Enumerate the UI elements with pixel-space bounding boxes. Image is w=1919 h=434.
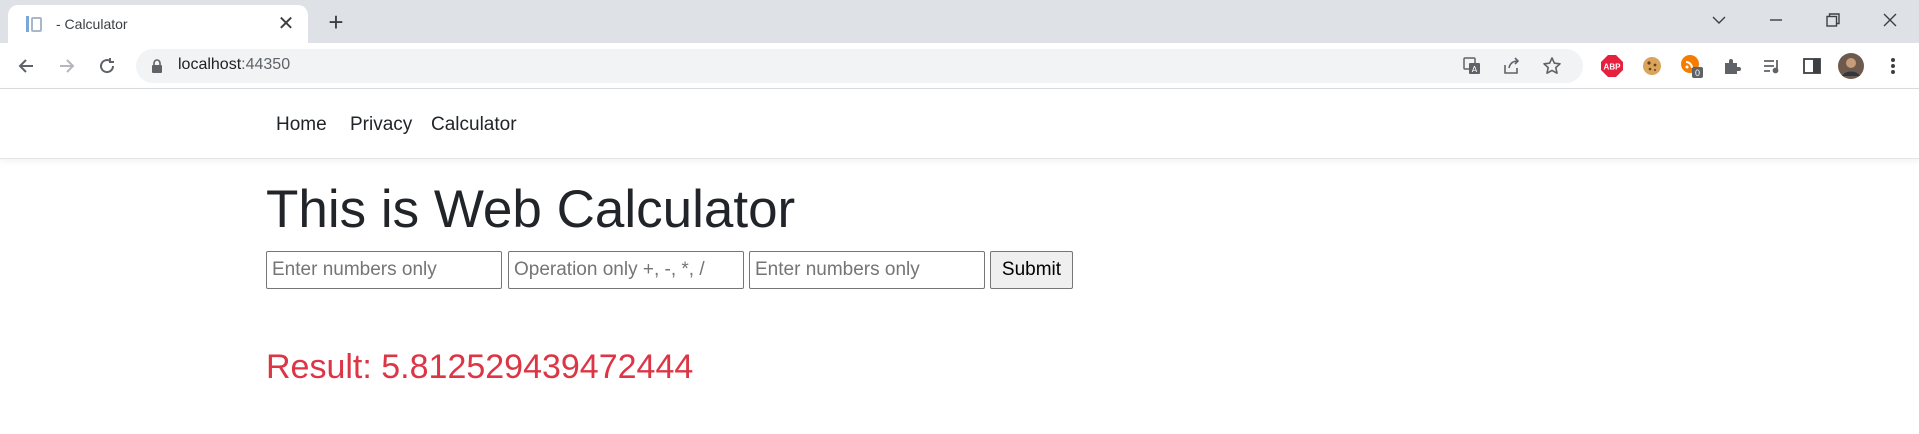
tab-search-button[interactable] [1691, 0, 1747, 40]
lock-icon [152, 59, 162, 73]
puzzle-icon[interactable] [1719, 53, 1745, 79]
site-navbar: Home Privacy Calculator [0, 89, 1919, 159]
close-window-button[interactable] [1862, 0, 1918, 40]
minimize-icon [1770, 19, 1782, 21]
browser-toolbar: localhost:44350 A ABP 0 [0, 43, 1919, 89]
nav-link-home[interactable]: Home [276, 114, 327, 136]
address-bar[interactable]: localhost:44350 A [136, 49, 1583, 83]
second-number-input[interactable] [749, 251, 985, 289]
translate-icon[interactable]: A [1460, 54, 1484, 78]
share-icon[interactable] [1500, 54, 1524, 78]
adblock-icon[interactable]: ABP [1599, 53, 1625, 79]
new-tab-button[interactable]: + [322, 8, 350, 36]
media-playlist-icon[interactable] [1759, 53, 1785, 79]
document-icon [24, 14, 44, 34]
reload-icon [100, 58, 115, 74]
nav-link-privacy[interactable]: Privacy [350, 114, 412, 136]
forward-button[interactable] [51, 50, 83, 82]
badge-count: 0 [1695, 68, 1700, 78]
svg-text:ABP: ABP [1604, 63, 1622, 72]
back-button[interactable] [10, 50, 42, 82]
cookie-icon[interactable] [1639, 53, 1665, 79]
bookmark-star-icon[interactable] [1540, 54, 1564, 78]
close-tab-icon[interactable]: ✕ [276, 14, 296, 34]
tab-strip: - Calculator ✕ + [0, 0, 1919, 43]
nav-link-calculator[interactable]: Calculator [431, 114, 517, 136]
minimize-button[interactable] [1748, 0, 1804, 40]
url-text: localhost:44350 [178, 56, 291, 73]
close-icon [1883, 13, 1897, 27]
tab-title: - Calculator [56, 16, 128, 32]
page-title: This is Web Calculator [266, 180, 796, 239]
svg-text:A: A [1472, 65, 1478, 74]
arrow-left-icon [18, 59, 33, 73]
side-panel-icon[interactable] [1799, 53, 1825, 79]
rss-extension-icon[interactable]: 0 [1679, 53, 1705, 79]
reload-button[interactable] [91, 50, 123, 82]
first-number-input[interactable] [266, 251, 502, 289]
profile-avatar[interactable] [1838, 53, 1864, 79]
result-text: Result: 5.812529439472444 [266, 348, 694, 386]
arrow-right-icon [60, 59, 75, 73]
chevron-down-icon [1712, 16, 1726, 24]
restore-icon [1826, 13, 1840, 27]
restore-button[interactable] [1805, 0, 1861, 40]
submit-button[interactable]: Submit [990, 251, 1073, 289]
more-menu-icon[interactable] [1880, 53, 1906, 79]
operation-input[interactable] [508, 251, 744, 289]
browser-tab[interactable]: - Calculator ✕ [8, 5, 308, 43]
